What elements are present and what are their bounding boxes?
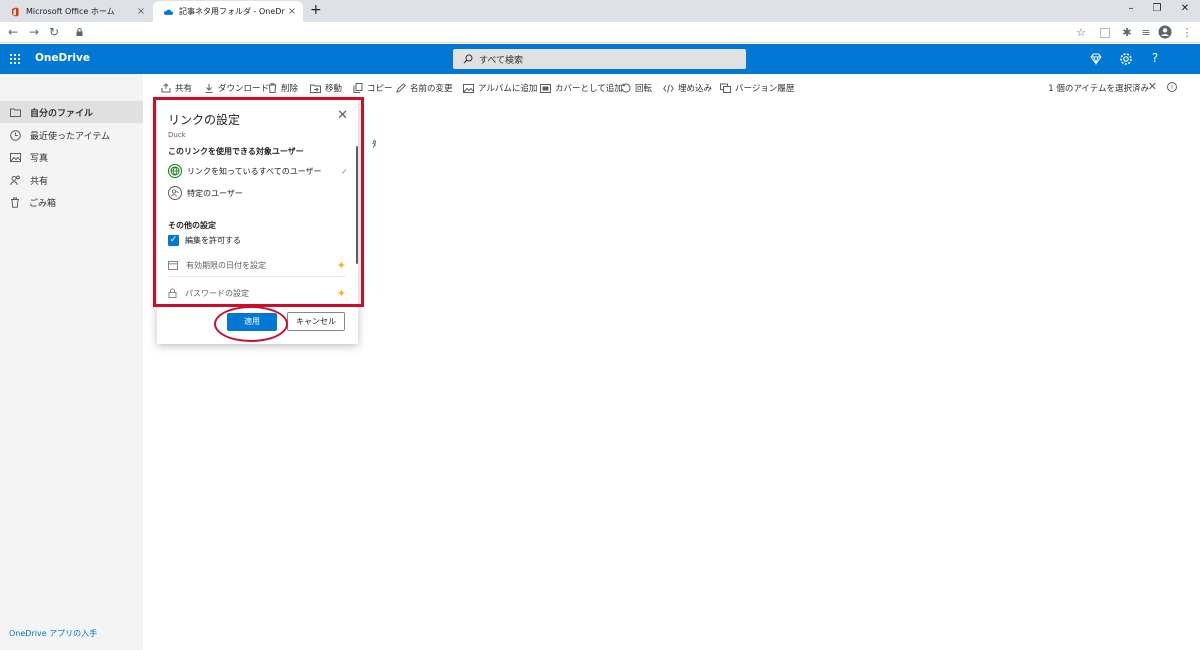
command-label: カバーとして追加 xyxy=(555,84,623,94)
back-icon[interactable]: ← xyxy=(6,25,20,39)
share-command[interactable]: 共有 xyxy=(161,82,192,94)
sidebar-item-recycle-bin[interactable]: ごみ箱 xyxy=(0,191,143,213)
command-label: コピー xyxy=(367,84,393,94)
command-label: バージョン履歴 xyxy=(735,84,795,94)
lock-icon[interactable] xyxy=(76,28,83,36)
help-icon[interactable]: ? xyxy=(1147,51,1163,67)
reload-icon[interactable]: ↻ xyxy=(47,25,61,39)
share-people-icon xyxy=(10,175,20,185)
search-placeholder: すべて検索 xyxy=(479,55,524,66)
premium-diamond-icon[interactable] xyxy=(1088,51,1104,67)
cover-icon xyxy=(540,83,551,93)
search-box[interactable]: すべて検索 xyxy=(453,49,746,69)
tab-office-home[interactable]: Microsoft Office ホーム × xyxy=(0,1,152,22)
sidebar-item-label: 最近使ったアイテム xyxy=(30,131,111,142)
extension-box-icon[interactable] xyxy=(1100,28,1110,38)
annotation-highlight-oval xyxy=(214,306,288,342)
command-label: ダウンロード xyxy=(218,84,270,94)
forward-icon[interactable]: → xyxy=(27,25,41,39)
command-label: 名前の変更 xyxy=(410,84,453,94)
sidebar-item-label: 共有 xyxy=(30,176,49,187)
extensions-puzzle-icon[interactable]: ✱ xyxy=(1120,26,1134,40)
onedrive-icon xyxy=(163,9,173,15)
command-label: 回転 xyxy=(635,84,653,94)
get-app-link[interactable]: OneDrive アプリの入手 xyxy=(9,628,97,639)
tab-title: Microsoft Office ホーム xyxy=(26,7,115,16)
sidebar-item-label: ごみ箱 xyxy=(29,198,57,209)
command-label: 削除 xyxy=(281,84,299,94)
tab-close-icon[interactable]: × xyxy=(285,6,299,17)
tab-close-icon[interactable]: × xyxy=(134,6,148,17)
onedrive-header: OneDrive すべて検索 ? xyxy=(0,44,1200,74)
move-command[interactable]: 移動 xyxy=(310,82,342,94)
embed-command[interactable]: 埋め込み xyxy=(663,82,712,94)
cancel-button[interactable]: キャンセル xyxy=(287,312,345,331)
rename-icon xyxy=(396,83,406,93)
folder-icon xyxy=(10,108,21,117)
restore-icon[interactable]: ❐ xyxy=(1150,3,1164,14)
photo-icon xyxy=(10,152,21,162)
add-as-cover-command[interactable]: カバーとして追加 xyxy=(540,82,623,94)
sidebar-item-my-files[interactable]: 自分のファイル xyxy=(0,101,143,123)
settings-gear-icon[interactable] xyxy=(1118,51,1134,67)
selection-count: 1 個のアイテムを選択済み xyxy=(1048,84,1149,94)
address-bar: ← → ↻ ☆ ✱ ≡ ⋮ xyxy=(0,22,1200,43)
sidebar-item-label: 写真 xyxy=(30,153,49,164)
bookmark-star-icon[interactable]: ☆ xyxy=(1074,26,1088,40)
history-icon xyxy=(720,83,731,93)
window-close-icon[interactable]: ✕ xyxy=(1178,3,1192,14)
copy-icon xyxy=(353,83,363,93)
trash-icon xyxy=(11,197,19,208)
office-icon xyxy=(12,7,19,16)
download-icon xyxy=(205,84,213,93)
app-name[interactable]: OneDrive xyxy=(35,52,90,64)
delete-command[interactable]: 削除 xyxy=(268,82,298,94)
sidebar-item-recent[interactable]: 最近使ったアイテム xyxy=(0,124,143,146)
rotate-icon xyxy=(621,83,631,93)
album-icon xyxy=(463,83,474,93)
sidebar-item-label: 自分のファイル xyxy=(30,108,94,119)
profile-avatar-icon[interactable] xyxy=(1158,25,1172,39)
sidebar-item-photos[interactable]: 写真 xyxy=(0,146,143,168)
command-label: 共有 xyxy=(175,84,193,94)
version-history-command[interactable]: バージョン履歴 xyxy=(720,82,794,94)
tab-onedrive[interactable]: 記事ネタ用フォルダ - OneDrive × xyxy=(153,1,303,22)
reading-list-icon[interactable]: ≡ xyxy=(1139,26,1153,40)
info-pane-icon[interactable]: i xyxy=(1167,82,1177,92)
move-icon xyxy=(310,84,321,93)
embed-icon xyxy=(663,83,674,93)
minimize-icon[interactable]: – xyxy=(1124,3,1138,14)
share-icon xyxy=(161,83,171,93)
background-content-fragment: ﾀ xyxy=(372,140,377,150)
add-to-album-command[interactable]: アルバムに追加 xyxy=(463,82,537,94)
delete-icon xyxy=(268,83,277,93)
annotation-highlight-box xyxy=(153,97,364,307)
sidebar: 自分のファイル 最近使ったアイテム 写真 共有 ごみ箱 OneDrive アプリ… xyxy=(0,74,143,650)
rename-command[interactable]: 名前の変更 xyxy=(396,82,453,94)
clock-icon xyxy=(10,129,21,141)
clear-selection-icon[interactable]: ✕ xyxy=(1148,80,1157,93)
browser-tabstrip: Microsoft Office ホーム × 記事ネタ用フォルダ - OneDr… xyxy=(0,0,1200,22)
sidebar-item-shared[interactable]: 共有 xyxy=(0,169,143,191)
download-command[interactable]: ダウンロード xyxy=(204,82,269,94)
app-launcher-icon[interactable] xyxy=(10,54,20,64)
command-label: アルバムに追加 xyxy=(478,84,538,94)
tab-title: 記事ネタ用フォルダ - OneDrive xyxy=(179,7,285,16)
command-label: 埋め込み xyxy=(678,84,713,94)
search-icon xyxy=(463,54,473,64)
new-tab-button[interactable]: + xyxy=(310,2,322,18)
browser-menu-icon[interactable]: ⋮ xyxy=(1180,26,1194,40)
rotate-command[interactable]: 回転 xyxy=(621,82,652,94)
copy-command[interactable]: コピー xyxy=(353,82,393,94)
command-label: 移動 xyxy=(325,84,343,94)
